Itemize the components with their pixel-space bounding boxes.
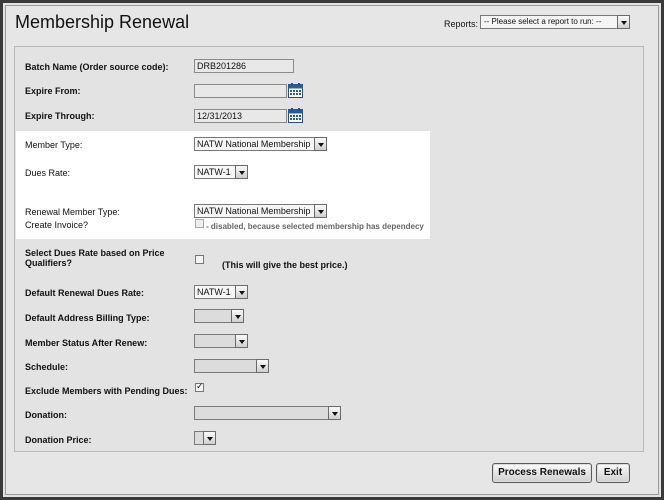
exit-button[interactable]: Exit xyxy=(596,463,630,483)
default-renewal-dues-rate-label: Default Renewal Dues Rate: xyxy=(25,288,145,298)
default-address-billing-type-select[interactable] xyxy=(194,309,244,323)
exclude-pending-dues-checkbox[interactable] xyxy=(195,381,204,392)
chevron-down-icon[interactable] xyxy=(314,204,327,218)
chevron-down-icon[interactable] xyxy=(235,165,248,179)
select-dues-rate-label: Select Dues Rate based on Price Qualifie… xyxy=(25,248,165,268)
donation-select[interactable] xyxy=(194,406,341,420)
default-renewal-dues-rate-select[interactable]: NATW-1 xyxy=(194,285,248,299)
schedule-label: Schedule: xyxy=(25,362,69,372)
chevron-down-icon[interactable] xyxy=(314,137,327,151)
default-address-billing-type-label: Default Address Billing Type: xyxy=(25,313,150,323)
select-dues-rate-checkbox[interactable] xyxy=(195,255,204,264)
expire-through-input[interactable]: 12/31/2013 xyxy=(194,109,287,123)
chevron-down-icon[interactable] xyxy=(256,359,269,373)
member-status-after-renew-label: Member Status After Renew: xyxy=(25,338,148,348)
renewal-member-type-value: NATW National Membership xyxy=(197,206,311,216)
create-invoice-checkbox[interactable] xyxy=(195,219,204,228)
create-invoice-disabled-note: - disabled, because selected membership … xyxy=(206,222,424,231)
reports-label: Reports: xyxy=(444,19,479,29)
calendar-icon[interactable] xyxy=(288,83,303,98)
donation-price-select[interactable] xyxy=(194,431,216,445)
member-type-value: NATW National Membership xyxy=(197,139,311,149)
membership-renewal-window: Membership Renewal Reports: -- Please se… xyxy=(0,0,664,500)
chevron-down-icon[interactable] xyxy=(617,15,630,29)
chevron-down-icon[interactable] xyxy=(231,309,244,323)
chevron-down-icon[interactable] xyxy=(203,431,216,445)
renewal-member-type-select[interactable]: NATW National Membership xyxy=(194,204,327,218)
dues-rate-select[interactable]: NATW-1 xyxy=(194,165,248,179)
expire-through-label: Expire Through: xyxy=(25,111,95,121)
reports-select-value: -- Please select a report to run: -- xyxy=(484,17,602,26)
chevron-down-icon[interactable] xyxy=(235,285,248,299)
create-invoice-label: Create Invoice? xyxy=(25,220,89,230)
donation-price-label: Donation Price: xyxy=(25,435,92,445)
member-type-label: Member Type: xyxy=(25,140,83,150)
expire-from-input[interactable] xyxy=(194,84,287,98)
donation-label: Donation: xyxy=(25,410,67,420)
expire-from-label: Expire From: xyxy=(25,86,81,96)
member-type-select[interactable]: NATW National Membership xyxy=(194,137,327,151)
select-dues-rate-note: (This will give the best price.) xyxy=(222,260,348,270)
process-renewals-button[interactable]: Process Renewals xyxy=(492,463,592,483)
reports-select[interactable]: -- Please select a report to run: -- xyxy=(480,15,630,29)
member-status-after-renew-select[interactable] xyxy=(194,334,248,348)
schedule-select[interactable] xyxy=(194,359,269,373)
default-renewal-dues-rate-value: NATW-1 xyxy=(197,287,231,297)
page-title: Membership Renewal xyxy=(15,12,190,32)
chevron-down-icon[interactable] xyxy=(328,406,341,420)
dues-rate-value: NATW-1 xyxy=(197,167,231,177)
calendar-icon[interactable] xyxy=(288,108,303,123)
renewal-member-type-label: Renewal Member Type: xyxy=(25,207,120,217)
exclude-pending-dues-label: Exclude Members with Pending Dues: xyxy=(25,386,188,396)
window-body: Membership Renewal Reports: -- Please se… xyxy=(5,5,659,495)
batch-name-label: Batch Name (Order source code): xyxy=(25,62,169,72)
dues-rate-label: Dues Rate: xyxy=(25,168,71,178)
chevron-down-icon[interactable] xyxy=(235,334,248,348)
batch-name-input[interactable]: DRB201286 xyxy=(194,59,294,73)
